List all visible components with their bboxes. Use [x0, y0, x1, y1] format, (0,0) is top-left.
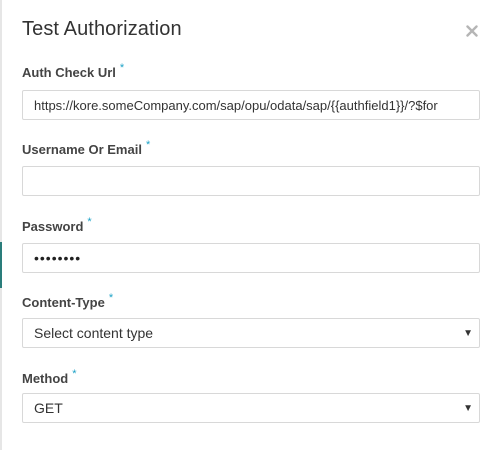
test-authorization-dialog: Test Authorization Auth Check Url * https…: [0, 0, 502, 450]
password-input[interactable]: ••••••••: [22, 243, 480, 273]
dialog-title: Test Authorization: [22, 18, 182, 40]
focus-accent-bar: [0, 242, 2, 288]
close-icon: [466, 25, 478, 37]
content-type-label-text: Content-Type: [22, 295, 105, 310]
password-value: ••••••••: [34, 250, 82, 266]
caret-down-icon: ▼: [463, 327, 473, 339]
auth-check-url-input[interactable]: https://kore.someCompany.com/sap/opu/oda…: [22, 90, 480, 120]
content-type-select[interactable]: Select content type ▼: [22, 318, 480, 348]
auth-check-url-label-text: Auth Check Url: [22, 65, 116, 80]
method-select[interactable]: GET ▼: [22, 393, 480, 423]
required-asterisk: *: [108, 292, 114, 304]
auth-check-url-value: https://kore.someCompany.com/sap/opu/oda…: [34, 97, 438, 113]
required-asterisk: *: [119, 62, 125, 74]
required-asterisk: *: [72, 368, 77, 380]
username-label: Username Or Email *: [22, 139, 151, 157]
close-button[interactable]: [463, 22, 481, 40]
method-selected: GET: [34, 400, 63, 416]
required-asterisk: *: [87, 216, 92, 228]
content-type-label: Content-Type *: [22, 292, 114, 310]
method-label: Method *: [22, 368, 77, 386]
required-asterisk: *: [145, 139, 151, 151]
auth-check-url-label: Auth Check Url *: [22, 62, 125, 80]
username-input[interactable]: [22, 166, 480, 196]
dialog-left-edge: [0, 0, 2, 450]
method-label-text: Method: [22, 371, 69, 386]
content-type-selected: Select content type: [34, 325, 154, 341]
password-label-text: Password: [22, 219, 84, 234]
username-label-text: Username Or Email: [22, 142, 142, 157]
password-label: Password *: [22, 216, 92, 234]
caret-down-icon: ▼: [463, 402, 473, 414]
